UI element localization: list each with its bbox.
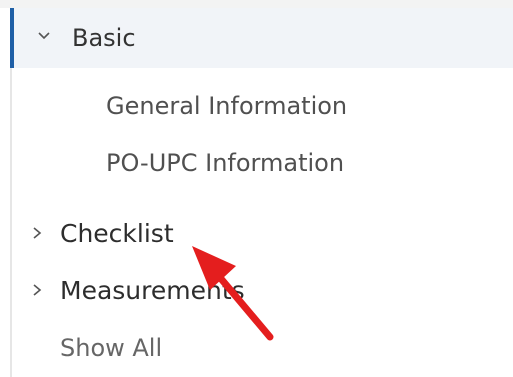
chevron-down-icon[interactable] (36, 28, 52, 44)
tree-node-basic-label: Basic (72, 24, 136, 52)
tree-node-checklist-label: Checklist (60, 218, 174, 248)
tree-leaf-po-upc-information[interactable]: PO-UPC Information (106, 149, 344, 177)
chevron-right-icon[interactable] (28, 281, 46, 299)
tree-node-basic[interactable]: Basic (10, 8, 513, 68)
navigation-panel: Basic General Information PO-UPC Informa… (0, 0, 513, 377)
tree-node-measurements-label: Measurements (60, 275, 245, 305)
tree-leaf-general-information[interactable]: General Information (106, 92, 347, 120)
show-all-link[interactable]: Show All (60, 334, 162, 362)
top-edge-strip (0, 0, 513, 8)
chevron-right-icon[interactable] (28, 224, 46, 242)
tree-node-measurements[interactable]: Measurements (28, 273, 245, 307)
tree-node-checklist[interactable]: Checklist (28, 216, 174, 250)
